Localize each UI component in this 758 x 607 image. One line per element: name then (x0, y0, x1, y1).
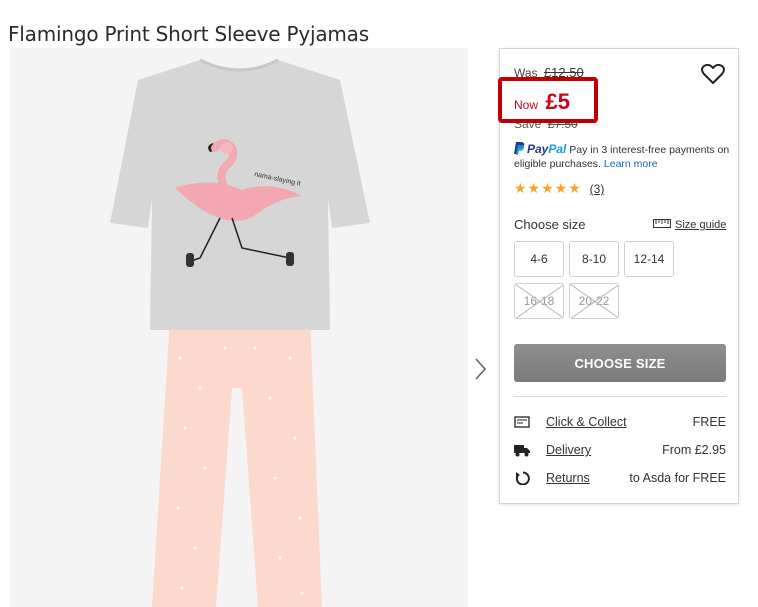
pyjamas-illustration: nama-slaying it (10, 48, 468, 607)
purchase-panel: Was £12.50 Save £7.50 Now £5 PayPal Pay … (498, 48, 739, 504)
rating: ★★★★★ (3) (514, 180, 604, 197)
delivery-truck-icon (514, 445, 530, 457)
delivery-link[interactable]: Delivery (546, 443, 591, 457)
reviews-count-link[interactable]: (3) (590, 182, 605, 196)
ruler-icon (653, 219, 671, 228)
click-collect-value: FREE (692, 415, 726, 429)
fulfilment-row-returns: Returns to Asda for FREE (514, 469, 726, 489)
wishlist-button[interactable] (700, 62, 726, 86)
paypal-learn-more-link[interactable]: Learn more (604, 158, 658, 170)
delivery-value: From £2.95 (662, 443, 726, 457)
size-guide-link[interactable]: Size guide (653, 219, 726, 231)
click-collect-link[interactable]: Click & Collect (546, 415, 627, 429)
now-price-highlight: Now £5 (498, 77, 598, 123)
paypal-logo: PayPal (527, 142, 567, 156)
now-label: Now (514, 98, 539, 112)
now-value: £5 (545, 89, 570, 114)
chevron-right-icon (475, 358, 487, 380)
paypal-icon (514, 142, 525, 155)
product-image[interactable]: nama-slaying it (10, 48, 468, 607)
now-price: Now £5 (514, 89, 570, 115)
heart-icon (701, 63, 725, 84)
size-option-unavailable[interactable]: 20-22 (569, 283, 619, 319)
size-option[interactable]: 4-6 (514, 241, 564, 277)
next-image-button[interactable] (471, 355, 491, 383)
returns-icon (515, 471, 530, 485)
choose-size-label: Choose size (514, 217, 586, 232)
fulfilment-row-delivery: Delivery From £2.95 (514, 441, 726, 461)
returns-value: to Asda for FREE (629, 471, 726, 485)
returns-link[interactable]: Returns (546, 471, 590, 485)
product-title: Flamingo Print Short Sleeve Pyjamas (8, 22, 369, 47)
fulfilment-row-click-collect: Click & Collect FREE (514, 413, 726, 433)
paypal-message: PayPal Pay in 3 interest-free payments o… (514, 142, 736, 171)
size-guide-label: Size guide (675, 219, 727, 231)
store-icon (514, 416, 530, 428)
size-option[interactable]: 12-14 (624, 241, 674, 277)
size-option-unavailable[interactable]: 16-18 (514, 283, 564, 319)
star-rating-icons: ★★★★★ (514, 180, 582, 196)
size-option[interactable]: 8-10 (569, 241, 619, 277)
choose-size-button[interactable]: CHOOSE SIZE (514, 344, 726, 382)
divider (514, 396, 726, 397)
